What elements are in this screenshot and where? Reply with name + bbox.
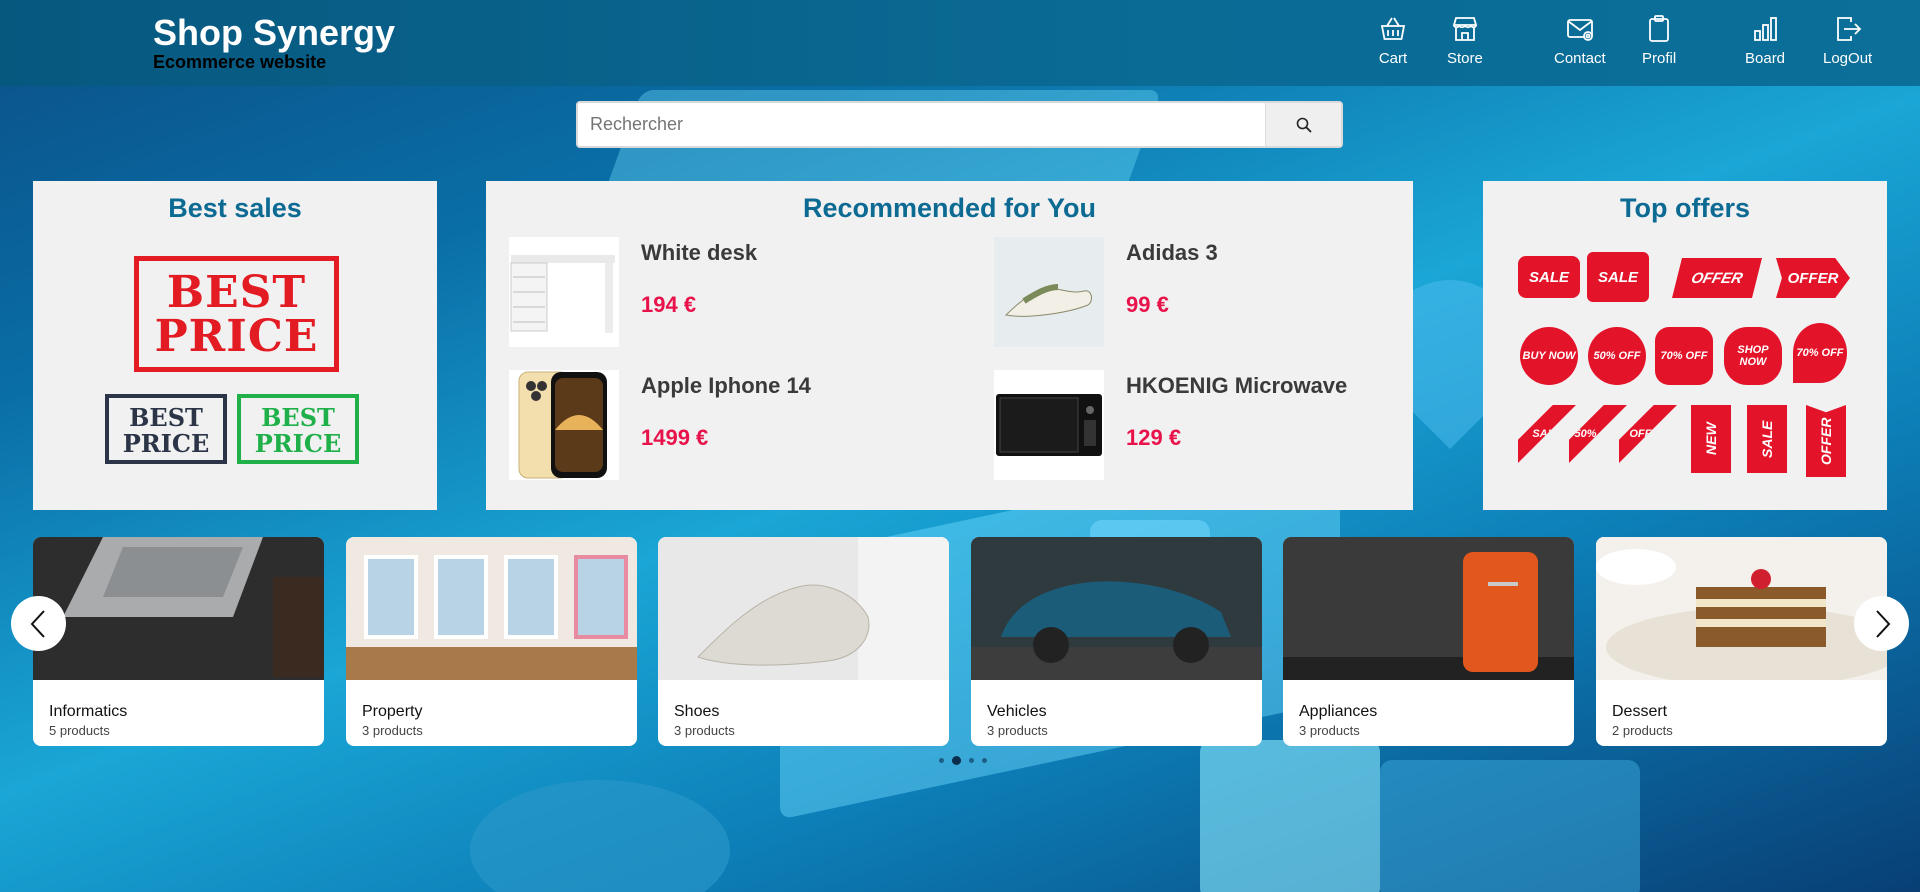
product-name: Adidas 3 [1126, 240, 1218, 265]
best-price-stamp: BEST PRICE [105, 394, 227, 464]
carousel-dot[interactable] [982, 758, 987, 763]
top-header: Shop Synergy Ecommerce website Cart Stor… [0, 0, 1920, 86]
offer-ribbon: OFFER [1806, 405, 1846, 477]
best-price-stamp: BEST PRICE [134, 256, 339, 372]
category-name: Property [362, 703, 423, 720]
nav-label: Store [1447, 50, 1483, 67]
sale-badge: SALE [1518, 256, 1580, 298]
product-name: White desk [641, 240, 758, 265]
nav-label: Contact [1554, 50, 1606, 67]
store-icon [1452, 17, 1478, 41]
carousel-next-button[interactable] [1854, 596, 1909, 651]
category-name: Appliances [1299, 703, 1378, 720]
category-image [346, 537, 637, 680]
product-image [994, 237, 1104, 347]
product-image [994, 370, 1104, 480]
search-input[interactable] [578, 103, 1265, 146]
carousel-dot[interactable] [939, 758, 944, 763]
product-name: HKOENIG Microwave [1126, 373, 1348, 398]
product-name: Apple Iphone 14 [641, 373, 811, 398]
offer-badge: OFFER [1672, 258, 1762, 298]
category-count: 2 products [1612, 723, 1673, 738]
product-image [509, 370, 619, 480]
category-name: Dessert [1612, 703, 1668, 720]
category-card-vehicles[interactable]: Vehicles 3 products [971, 537, 1262, 746]
mail-icon [1566, 19, 1593, 41]
chevron-left-icon [30, 609, 45, 638]
nav-label: LogOut [1823, 50, 1873, 67]
sale-badge: SALE [1587, 252, 1649, 302]
offer-ribbon: OFFER [1619, 405, 1677, 463]
carousel-prev-button[interactable] [11, 596, 66, 651]
top-offers-panel: Top offers SALE SALE OFFER OFFER BUY NOW… [1483, 181, 1887, 510]
category-name: Informatics [49, 703, 128, 720]
search-button[interactable] [1265, 103, 1341, 146]
product-image [509, 237, 619, 347]
category-card-dessert[interactable]: Dessert 2 products [1596, 537, 1887, 746]
category-count: 5 products [49, 723, 110, 738]
product-card[interactable]: Adidas 3 99 € [994, 237, 1434, 347]
top-offers-title: Top offers [1620, 193, 1750, 223]
category-image [658, 537, 949, 680]
category-card-property[interactable]: Property 3 products [346, 537, 637, 746]
discount-ribbon: 50% OFF [1569, 405, 1627, 463]
carousel-dot-active[interactable] [952, 756, 961, 765]
recommended-panel: Recommended for You White desk 194 € Adid… [486, 181, 1413, 510]
product-price: 129 € [1126, 425, 1182, 450]
discount-badge: 50% OFF [1588, 327, 1646, 385]
shop-now-badge: SHOP NOW [1724, 327, 1782, 385]
buy-now-badge: BUY NOW [1520, 327, 1578, 385]
nav-label: Board [1745, 50, 1786, 67]
product-card[interactable]: HKOENIG Microwave 129 € [994, 370, 1434, 480]
category-image [971, 537, 1262, 680]
product-price: 99 € [1126, 292, 1169, 317]
recommended-title: Recommended for You [802, 193, 1097, 223]
clipboard-icon [1649, 15, 1669, 42]
nav-logout[interactable]: LogOut [1823, 14, 1872, 67]
category-image [1283, 537, 1574, 680]
category-count: 3 products [1299, 723, 1360, 738]
product-card[interactable]: White desk 194 € [509, 237, 949, 347]
discount-badge: 70% OFF [1793, 323, 1847, 383]
category-image [33, 537, 324, 680]
category-count: 3 products [362, 723, 423, 738]
category-name: Shoes [674, 703, 720, 720]
brand[interactable]: Shop Synergy Ecommerce website [153, 12, 396, 73]
nav-store[interactable]: Store [1447, 14, 1483, 67]
search-icon [1296, 117, 1312, 133]
category-card-shoes[interactable]: Shoes 3 products [658, 537, 949, 746]
best-sales-title: Best sales [168, 193, 302, 223]
nav-board[interactable]: Board [1745, 14, 1785, 67]
category-card-appliances[interactable]: Appliances 3 products [1283, 537, 1574, 746]
carousel-dots [939, 756, 987, 765]
sale-ribbon: SALE [1747, 405, 1787, 473]
best-sales-panel: Best sales BEST PRICE BEST PRICE BEST PR… [33, 181, 437, 510]
offer-badge: OFFER [1776, 258, 1850, 298]
best-price-stamp: BEST PRICE [237, 394, 359, 464]
chevron-right-icon [1875, 609, 1890, 638]
bar-chart-icon [1754, 17, 1777, 41]
carousel-dot[interactable] [969, 758, 974, 763]
product-price: 194 € [641, 292, 697, 317]
nav-label: Cart [1378, 50, 1408, 67]
new-ribbon: NEW [1691, 405, 1731, 473]
sale-ribbon: SALE [1518, 405, 1576, 463]
category-count: 3 products [987, 723, 1048, 738]
category-card-informatics[interactable]: Informatics 5 products [33, 537, 324, 746]
product-card[interactable]: Apple Iphone 14 1499 € [509, 370, 949, 480]
category-image [1596, 537, 1887, 687]
site-subtitle: Ecommerce website [153, 52, 327, 72]
nav-label: Profil [1642, 50, 1677, 67]
site-title: Shop Synergy [153, 12, 396, 53]
basket-icon [1380, 17, 1406, 40]
product-price: 1499 € [641, 425, 709, 450]
nav-profil[interactable]: Profil [1642, 14, 1676, 67]
nav-cart[interactable]: Cart [1378, 14, 1408, 67]
discount-badge: 70% OFF [1655, 327, 1713, 385]
category-name: Vehicles [987, 703, 1047, 720]
category-count: 3 products [674, 723, 735, 738]
nav-contact[interactable]: Contact [1554, 14, 1606, 67]
search-bar [576, 101, 1343, 148]
logout-icon [1836, 17, 1861, 41]
